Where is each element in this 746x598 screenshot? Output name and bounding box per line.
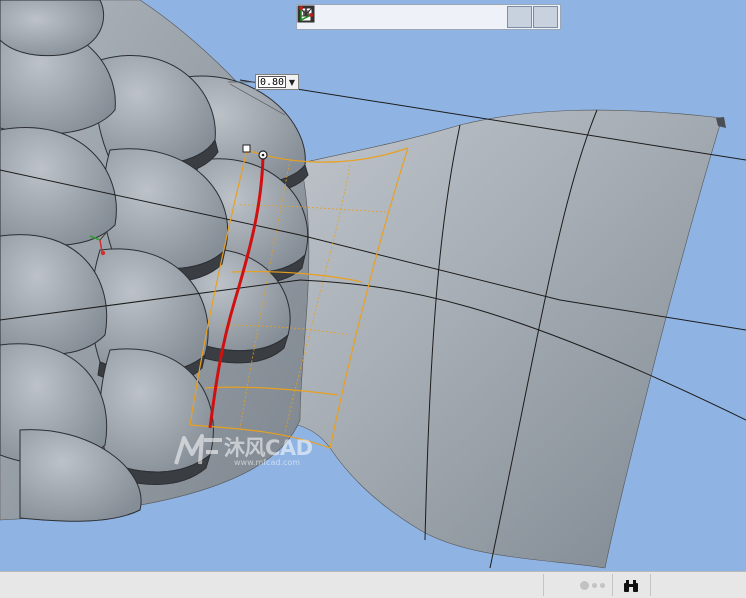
model-canvas[interactable] xyxy=(0,0,746,571)
zoom-in-button[interactable] xyxy=(299,6,350,28)
binoculars-icon xyxy=(624,579,638,592)
watermark: 沐风CAD www.mfcad.com xyxy=(172,428,342,472)
regeneration-indicator xyxy=(580,581,605,590)
mfcad-logo-icon xyxy=(174,434,222,465)
dimension-value-box[interactable]: 0.80 ▼ xyxy=(255,74,299,90)
start-handle-square[interactable] xyxy=(242,144,251,153)
view-toolbar: AB xyxy=(296,4,561,30)
dropdown-arrow-icon[interactable]: ▼ xyxy=(286,78,298,87)
dimension-value-input[interactable]: 0.80 xyxy=(258,76,286,88)
control-points-button[interactable] xyxy=(299,6,558,28)
repaint-button[interactable] xyxy=(298,6,402,28)
start-handle-dot xyxy=(261,153,265,157)
saved-views-button[interactable]: AB xyxy=(299,6,454,28)
status-separator xyxy=(650,574,651,596)
watermark-url: www.mfcad.com xyxy=(234,458,301,467)
graphics-viewport[interactable]: 沐风CAD www.mfcad.com 0.80 ▼ AB xyxy=(0,0,746,571)
indicator-dot xyxy=(592,583,597,588)
constraints-button[interactable] xyxy=(300,6,532,28)
find-button[interactable] xyxy=(620,576,642,595)
control-points-icon xyxy=(299,6,313,22)
display-style-button[interactable] xyxy=(299,6,428,28)
zoom-out-button[interactable] xyxy=(299,6,376,28)
datum-display-button[interactable] xyxy=(299,6,506,28)
status-separator xyxy=(612,574,613,596)
view-manager-button[interactable] xyxy=(299,6,480,28)
indicator-dot xyxy=(580,581,589,590)
status-separator xyxy=(543,574,544,596)
status-bar xyxy=(0,571,746,598)
indicator-dot xyxy=(600,583,605,588)
